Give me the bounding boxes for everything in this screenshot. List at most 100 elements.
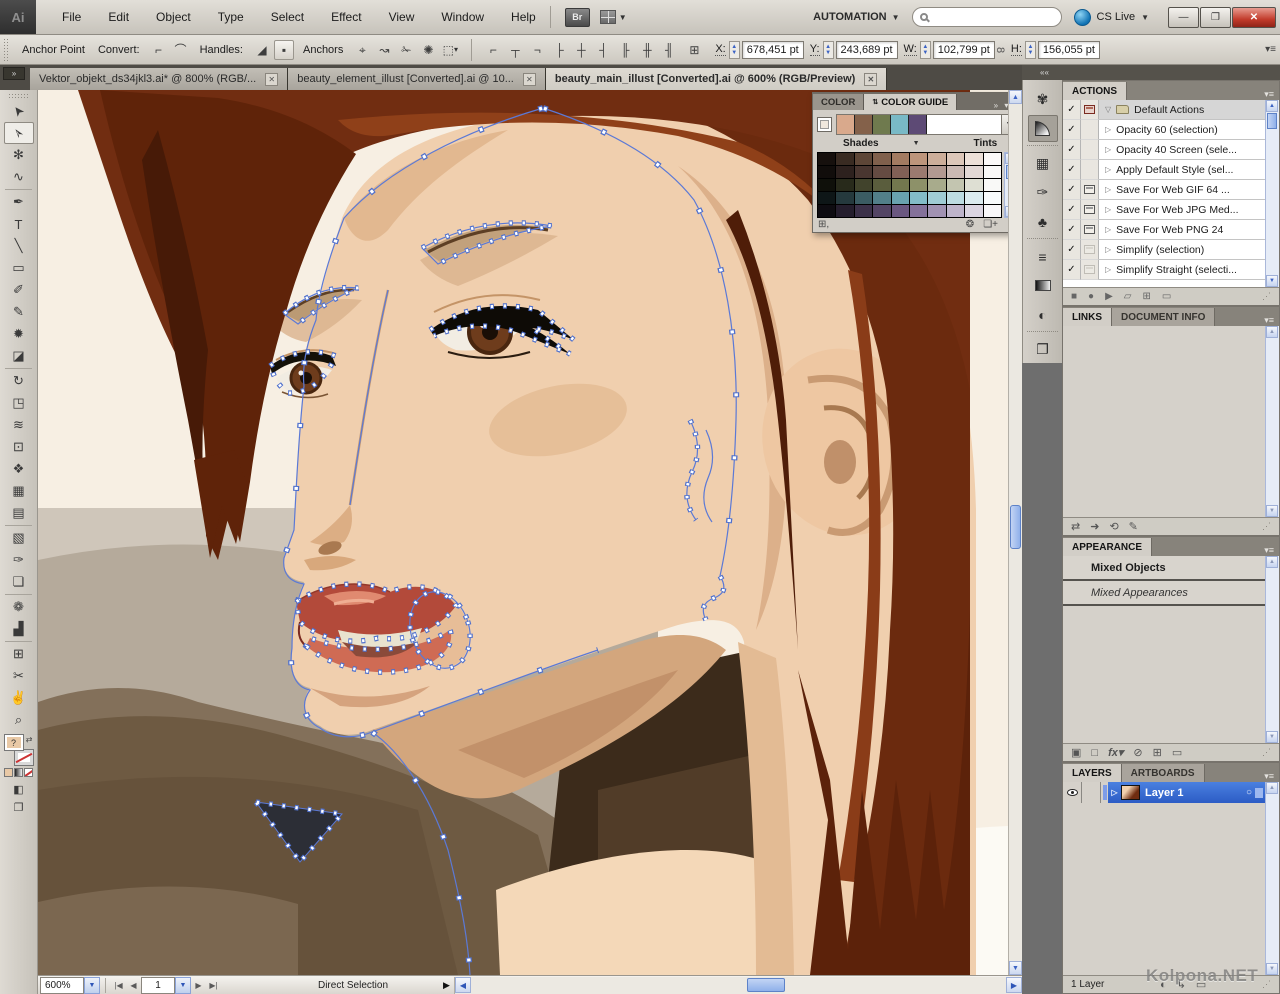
expand-triangle-icon[interactable]: ▷ xyxy=(1105,165,1111,174)
tab-document-info[interactable]: DOCUMENT INFO xyxy=(1112,308,1216,326)
resize-grip[interactable]: ⋰ xyxy=(1262,979,1271,990)
action-row[interactable]: ✓ ▷ Save For Web PNG 24 xyxy=(1063,220,1265,240)
resize-grip[interactable]: ⋰ xyxy=(1262,747,1271,758)
record-icon[interactable]: ● xyxy=(1088,291,1094,302)
search-input[interactable] xyxy=(911,7,1062,27)
color-variation-swatch[interactable] xyxy=(836,166,854,178)
menu-help[interactable]: Help xyxy=(511,8,536,26)
tab-appearance[interactable]: APPEARANCE xyxy=(1063,538,1153,556)
menu-type[interactable]: Type xyxy=(218,8,244,26)
expand-triangle-icon[interactable]: ▽ xyxy=(1105,105,1111,114)
color-variation-swatch[interactable] xyxy=(965,192,983,204)
lasso-tool[interactable]: ∿ xyxy=(4,166,34,188)
distribute-right-icon[interactable]: ╢ xyxy=(659,40,679,60)
eraser-tool[interactable]: ◪ xyxy=(4,345,34,367)
artboard-dropdown-icon[interactable]: ▼ xyxy=(175,976,191,994)
field-value-input[interactable]: 678,451 pt xyxy=(741,40,804,59)
new-action-icon[interactable]: ⊞ xyxy=(1143,291,1151,302)
color-guide-scrollbar[interactable]: ▲ ▼ xyxy=(1004,152,1008,218)
action-modal-toggle[interactable] xyxy=(1081,220,1099,240)
scroll-up-icon[interactable]: ▲ xyxy=(1005,153,1008,164)
vertical-scrollbar[interactable]: ▲ ▼ xyxy=(1008,90,1022,975)
add-fill-icon[interactable]: □ xyxy=(1091,747,1098,759)
set-base-color-button[interactable] xyxy=(817,117,832,132)
color-variation-swatch[interactable] xyxy=(818,179,836,191)
none-mode-button[interactable] xyxy=(24,768,33,777)
color-variation-swatch[interactable] xyxy=(983,166,1001,178)
action-row[interactable]: ✓ ▷ Simplify (selection) xyxy=(1063,240,1265,260)
color-variation-swatch[interactable] xyxy=(928,192,946,204)
tab-links[interactable]: LINKS xyxy=(1063,308,1112,326)
rotate-tool[interactable]: ↻ xyxy=(4,370,34,392)
close-button[interactable]: ✕ xyxy=(1232,6,1276,28)
cut-path-button[interactable]: ✁ xyxy=(396,40,416,60)
actions-scrollbar[interactable]: ▲ ▼ xyxy=(1265,100,1279,287)
isolate-selection-button[interactable]: ✺ xyxy=(418,40,438,60)
trash-icon[interactable]: ▭ xyxy=(1162,291,1171,302)
chevron-down-icon[interactable]: ▼ xyxy=(913,140,920,147)
color-variation-swatch[interactable] xyxy=(854,192,873,204)
scroll-down-icon[interactable]: ▼ xyxy=(1009,961,1022,975)
color-variation-swatch[interactable] xyxy=(965,166,983,178)
zoom-tool[interactable]: ⌕ xyxy=(4,709,34,731)
edit-original-icon[interactable]: ✎ xyxy=(1129,520,1138,533)
direct-selection-tool[interactable]: ➢ xyxy=(3,122,34,144)
color-panel-icon[interactable]: ✾ xyxy=(1028,86,1058,113)
action-modal-toggle[interactable] xyxy=(1081,120,1099,140)
color-variation-swatch[interactable] xyxy=(873,166,891,178)
stepper-icon[interactable]: ▲ ▼ xyxy=(919,40,931,59)
show-handles-button[interactable]: ◢ xyxy=(252,40,272,60)
last-artboard-button[interactable]: ▶| xyxy=(206,977,221,993)
layer-row[interactable]: ▷ Layer 1 ○ xyxy=(1063,782,1265,803)
expand-triangle-icon[interactable]: ▷ xyxy=(1105,125,1111,134)
document-tab-3[interactable]: beauty_main_illust [Converted].ai @ 600%… xyxy=(545,68,888,90)
scroll-down-icon[interactable]: ▼ xyxy=(1266,275,1278,287)
select-similar-button[interactable]: ⬚ ▾ xyxy=(440,40,460,60)
scale-tool[interactable]: ◳ xyxy=(4,392,34,414)
action-modal-toggle[interactable] xyxy=(1081,260,1099,280)
workspace-switcher[interactable]: AUTOMATION ▼ xyxy=(813,11,899,23)
gradient-panel-icon[interactable] xyxy=(1028,272,1058,299)
minimize-button[interactable]: — xyxy=(1168,6,1199,28)
menu-view[interactable]: View xyxy=(389,8,415,26)
expand-triangle-icon[interactable]: ▷ xyxy=(1105,265,1111,274)
gradient-mode-button[interactable] xyxy=(14,768,23,777)
artboard-number-field[interactable]: 1 xyxy=(141,976,175,994)
color-variations-grid[interactable] xyxy=(817,152,1002,218)
swatches-panel-icon[interactable]: ▦ xyxy=(1028,150,1058,177)
color-variation-swatch[interactable] xyxy=(818,192,836,204)
color-variation-swatch[interactable] xyxy=(891,153,909,165)
field-value-input[interactable]: 243,689 pt xyxy=(835,40,898,59)
scroll-up-icon[interactable]: ▲ xyxy=(1266,556,1278,568)
magic-wand-tool[interactable]: ✻ xyxy=(4,144,34,166)
action-checkbox[interactable]: ✓ xyxy=(1063,120,1081,140)
graph-tool[interactable]: ▟ xyxy=(4,618,34,640)
convert-to-smooth-button[interactable]: ⌒ xyxy=(171,40,191,60)
color-variation-swatch[interactable] xyxy=(891,192,909,204)
color-guide-panel-icon[interactable] xyxy=(1027,115,1058,142)
action-checkbox[interactable]: ✓ xyxy=(1063,200,1081,220)
horizontal-scrollbar[interactable]: ◀ ▶ xyxy=(453,976,1022,994)
color-variation-swatch[interactable] xyxy=(946,179,965,191)
convert-to-corner-button[interactable]: ⌐ xyxy=(149,40,169,60)
color-variation-swatch[interactable] xyxy=(928,153,946,165)
symbols-panel-icon[interactable]: ♣ xyxy=(1028,208,1058,235)
action-checkbox[interactable]: ✓ xyxy=(1063,140,1081,160)
layer-expand-icon[interactable]: ▷ xyxy=(1108,782,1121,803)
color-variation-swatch[interactable] xyxy=(928,166,946,178)
action-row[interactable]: ✓ ▷ Apply Default Style (sel... xyxy=(1063,160,1265,180)
slice-tool[interactable]: ✂ xyxy=(4,665,34,687)
resize-grip[interactable]: ⋰ xyxy=(1007,219,1008,230)
perspective-grid-tool[interactable]: ▦ xyxy=(4,480,34,502)
expand-triangle-icon[interactable]: ▷ xyxy=(1105,205,1111,214)
cs-live-button[interactable]: CS Live ▼ xyxy=(1073,8,1149,26)
document-tab-1[interactable]: Vektor_objekt_ds34jkl3.ai* @ 800% (RGB/.… xyxy=(30,68,289,90)
color-variation-swatch[interactable] xyxy=(909,166,928,178)
color-variation-swatch[interactable] xyxy=(891,166,909,178)
action-modal-toggle[interactable] xyxy=(1081,180,1099,200)
swap-fill-stroke-icon[interactable]: ⇄ xyxy=(26,735,33,744)
distribute-center-icon[interactable]: ╫ xyxy=(637,40,657,60)
resize-grip[interactable]: ⋰ xyxy=(1262,521,1271,532)
color-variation-swatch[interactable] xyxy=(909,179,928,191)
layer-name[interactable]: Layer 1 xyxy=(1145,787,1184,799)
